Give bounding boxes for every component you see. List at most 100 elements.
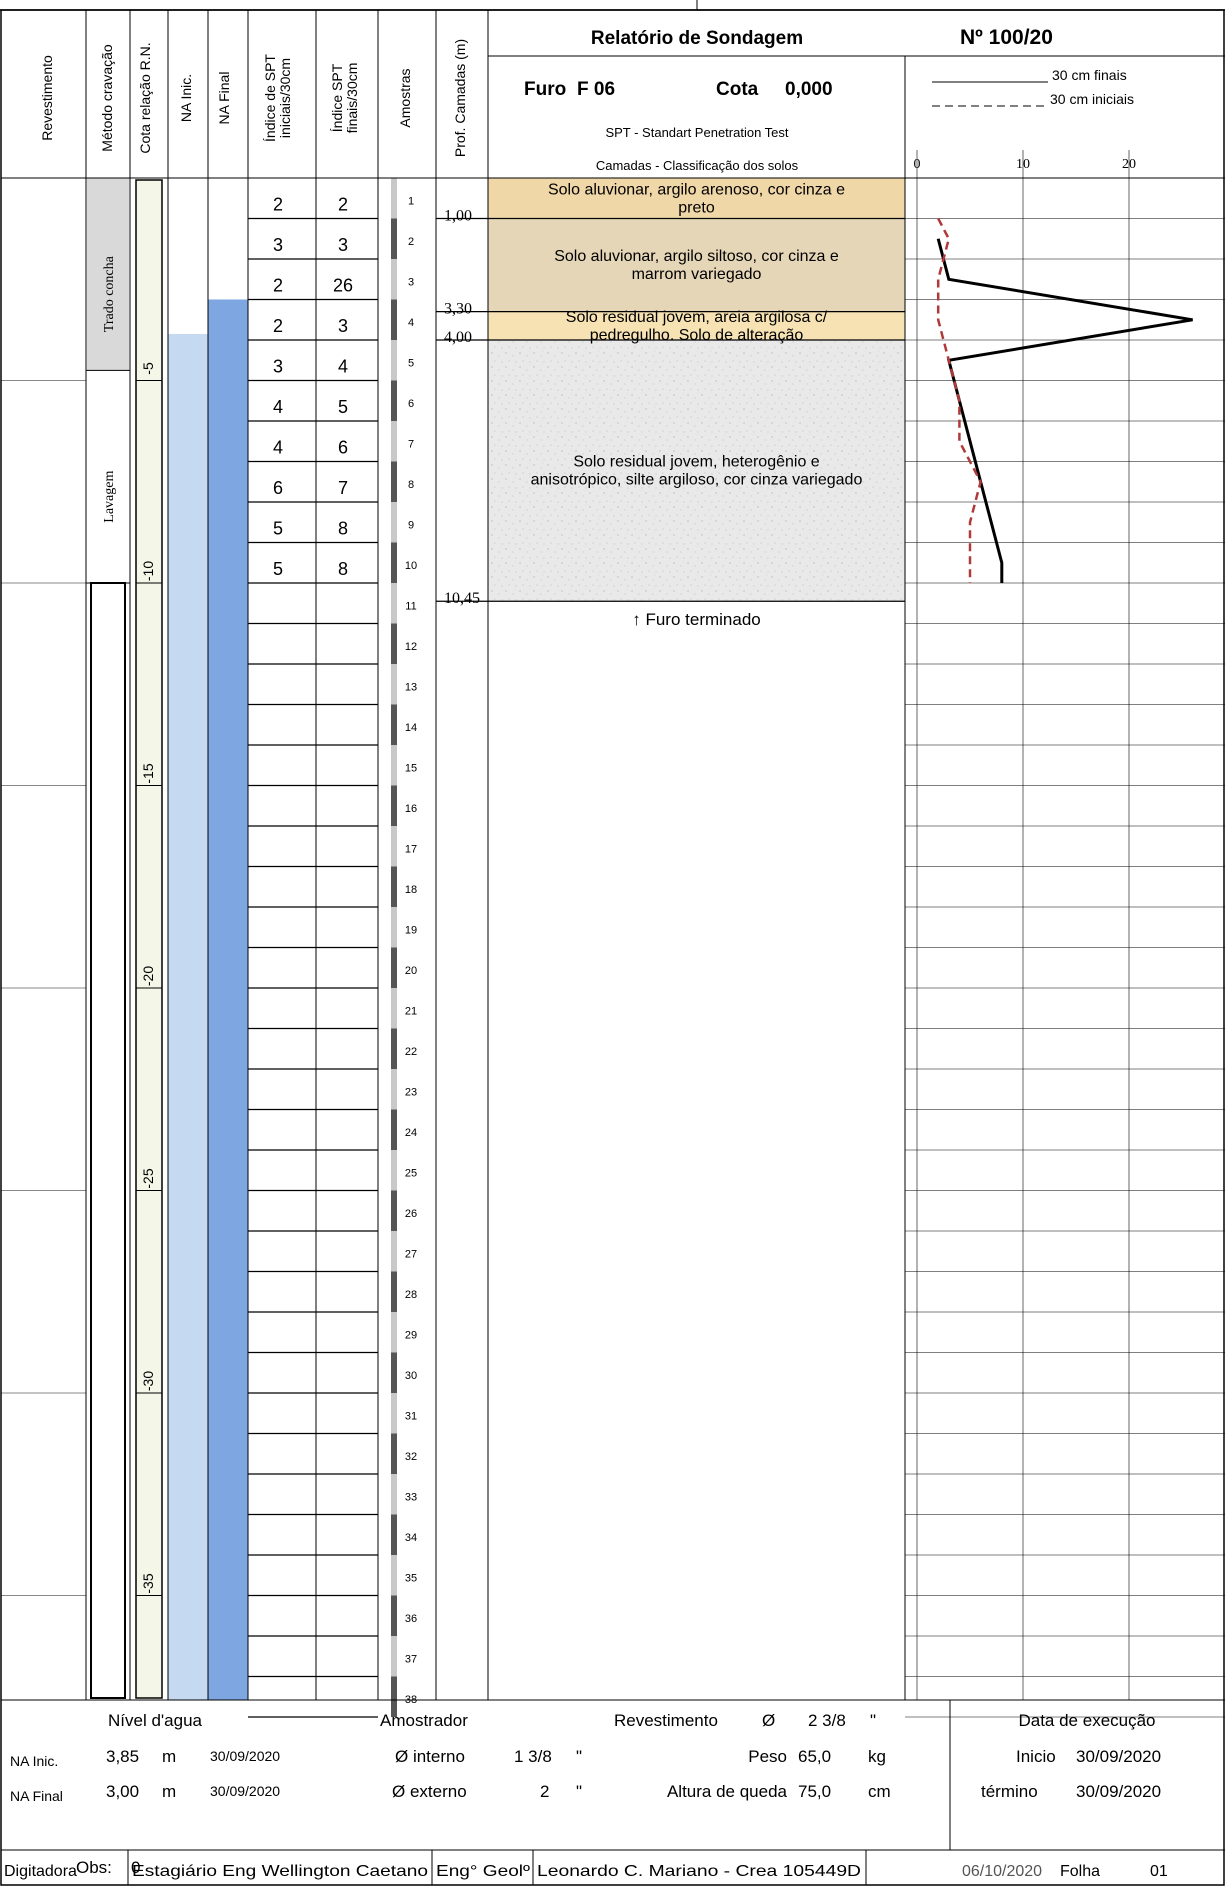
inicio-label: Inicio — [1016, 1747, 1056, 1766]
amostrador-title: Amostrador — [380, 1711, 468, 1730]
sample-number: 15 — [405, 763, 417, 775]
sample-number: 10 — [405, 560, 417, 572]
termino-label: término — [981, 1782, 1038, 1801]
na-inic-value: 3,85 — [106, 1747, 139, 1766]
sample-number: 2 — [408, 236, 414, 248]
spt-series-final — [936, 238, 1193, 583]
cota-value: 0,000 — [785, 79, 833, 100]
spt-final: 3 — [338, 316, 348, 336]
sample-bar — [391, 1028, 397, 1069]
sample-bar — [391, 1231, 397, 1272]
nivel-title: Nível d'agua — [108, 1711, 203, 1730]
layers-title: Camadas - Classificação dos solos — [596, 158, 799, 173]
method-lower-box — [90, 582, 126, 1699]
revest-symbol: Ø — [762, 1711, 775, 1730]
sample-number: 6 — [408, 398, 414, 410]
sample-bar — [391, 461, 397, 502]
layer-depth-label: 3,30 — [444, 301, 472, 318]
title-block: Relatório de Sondagem Nº 100/20 Furo F 0… — [488, 26, 1225, 173]
sample-number: 37 — [405, 1654, 417, 1666]
sample-bar — [391, 1514, 397, 1555]
na-inic-bar — [168, 333, 208, 1700]
sample-bar — [391, 826, 397, 867]
sample-bar — [391, 1069, 397, 1110]
na-inic-label: NA Inic. — [10, 1753, 58, 1769]
footer: Nível d'agua NA Inic. 3,85 m 30/09/2020 … — [4, 1711, 1168, 1880]
sample-number: 33 — [405, 1492, 417, 1504]
header-spt-inic-2: iniciais/30cm — [277, 58, 293, 138]
layer-description: anisotrópico, silte argiloso, cor cinza … — [531, 472, 863, 489]
na-inic-unit: m — [162, 1747, 176, 1766]
sample-bar — [391, 502, 397, 543]
spt-inicial: 6 — [273, 478, 283, 498]
header-spt-final-2: finais/30cm — [344, 63, 360, 134]
spt-inicial: 2 — [273, 316, 283, 336]
sample-bar — [391, 907, 397, 948]
layer-depth-label: 4,00 — [444, 329, 472, 346]
digitadora-value: Estagiário Eng Wellington Caetano — [132, 1863, 428, 1880]
sample-number: 27 — [405, 1249, 417, 1261]
layer-description: Solo aluvionar, argilo arenoso, cor cinz… — [548, 181, 845, 198]
sample-number: 36 — [405, 1613, 417, 1625]
folha-value: 01 — [1150, 1863, 1168, 1880]
sample-number: 17 — [405, 844, 417, 856]
spt-final: 26 — [333, 276, 353, 296]
sample-bar — [391, 340, 397, 381]
spt-inicial: 4 — [273, 438, 283, 458]
sample-number: 4 — [408, 317, 414, 329]
layer-description: pedregulho. Solo de alteração — [590, 327, 804, 344]
sample-bar — [391, 664, 397, 705]
legend-final: 30 cm finais — [1052, 67, 1127, 83]
sample-bar — [391, 1271, 397, 1312]
sample-number: 5 — [408, 358, 414, 370]
spt-final: 6 — [338, 438, 348, 458]
layer-description: preto — [678, 199, 715, 216]
externo-label: Ø externo — [392, 1782, 467, 1801]
header-amostras: Amostras — [397, 68, 413, 127]
sample-bar — [391, 704, 397, 745]
sample-number: 24 — [405, 1127, 417, 1139]
sample-bar — [391, 1312, 397, 1353]
sample-number: 32 — [405, 1451, 417, 1463]
spt-inicial: 2 — [273, 276, 283, 296]
chart-x-axis: 0 10 20 — [914, 157, 1137, 172]
sample-number: 13 — [405, 682, 417, 694]
sample-bar — [391, 1109, 397, 1150]
layer-description: marrom variegado — [632, 266, 762, 283]
sample-number: 21 — [405, 1006, 417, 1018]
sample-bar — [391, 745, 397, 786]
spt-chart — [936, 217, 1193, 583]
report-title: Relatório de Sondagem — [591, 28, 803, 49]
sample-bar — [391, 421, 397, 462]
sample-bar — [391, 299, 397, 340]
sample-bar — [391, 866, 397, 907]
obs-label: Obs: — [76, 1858, 112, 1877]
externo-unit: " — [576, 1782, 582, 1801]
revest-value: 2 3/8 — [808, 1711, 846, 1730]
column-headers: Revestimento Método cravação Cota relaçã… — [39, 39, 468, 157]
na-final-date: 30/09/2020 — [210, 1783, 280, 1799]
sample-number: 16 — [405, 803, 417, 815]
spt-final: 7 — [338, 478, 348, 498]
header-metodo: Método cravação — [99, 44, 115, 152]
header-na-final: NA Final — [216, 72, 232, 125]
sample-bar — [391, 1393, 397, 1434]
sample-number: 34 — [405, 1532, 417, 1544]
sample-bar — [391, 542, 397, 583]
sample-bar — [391, 218, 397, 259]
cota-mark: -5 — [140, 362, 156, 375]
spt-inicial: 3 — [273, 357, 283, 377]
sample-bar — [391, 1190, 397, 1231]
sample-bar — [391, 947, 397, 988]
sample-number: 9 — [408, 520, 414, 532]
sample-number: 31 — [405, 1411, 417, 1423]
sheet-date: 06/10/2020 — [962, 1863, 1042, 1880]
sample-bar — [391, 259, 397, 300]
sample-bar — [391, 178, 397, 219]
spt-inicial: 2 — [273, 195, 283, 215]
na-inic-date: 30/09/2020 — [210, 1748, 280, 1764]
method-label: Lavagem — [102, 471, 117, 523]
legend-initial: 30 cm iniciais — [1050, 91, 1134, 107]
sample-bar — [391, 1352, 397, 1393]
na-final-label: NA Final — [10, 1788, 63, 1804]
